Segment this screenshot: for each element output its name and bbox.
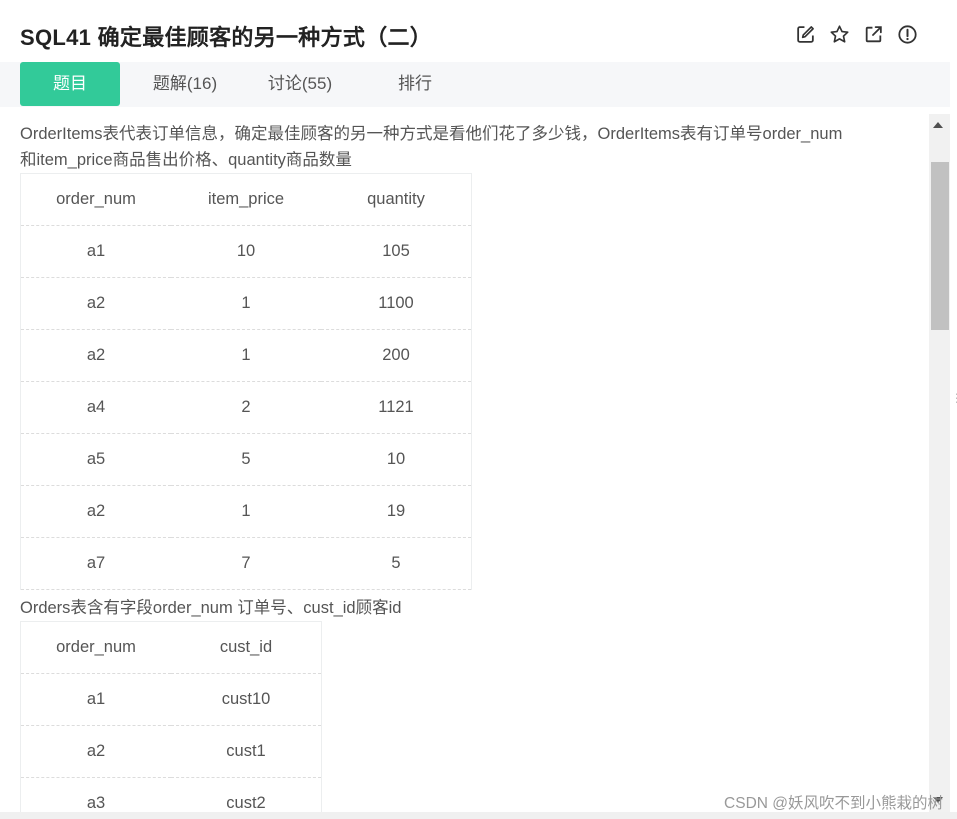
table-header-cell: quantity xyxy=(321,173,472,226)
table-cell: a2 xyxy=(20,725,171,778)
edit-icon[interactable] xyxy=(795,24,816,45)
table-header-row: order_num cust_id xyxy=(20,621,322,674)
table-header-cell: item_price xyxy=(171,173,321,226)
table-cell: a2 xyxy=(20,329,171,382)
table-row: a2 1 19 xyxy=(20,485,472,538)
question-content: OrderItems表代表订单信息，确定最佳顾客的另一种方式是看他们花了多少钱，… xyxy=(0,107,929,812)
table-header-cell: order_num xyxy=(20,173,171,226)
table-row: a2 1 1100 xyxy=(20,277,472,330)
tab-question[interactable]: 题目 xyxy=(20,62,120,106)
table-cell: 1 xyxy=(171,329,321,382)
bottom-scrollbar[interactable] xyxy=(0,812,957,819)
tab-discussion[interactable]: 讨论(55) xyxy=(250,62,350,106)
info-icon[interactable] xyxy=(897,24,918,45)
table-cell: 1 xyxy=(171,485,321,538)
scroll-up-arrow-icon[interactable] xyxy=(933,122,943,128)
table-cell: 5 xyxy=(321,537,472,590)
table-row: a1 10 105 xyxy=(20,225,472,278)
table-cell: 10 xyxy=(171,225,321,278)
table-header-row: order_num item_price quantity xyxy=(20,173,472,226)
description-line: 和item_price商品售出价格、quantity商品数量 xyxy=(20,151,352,169)
table-cell: a5 xyxy=(20,433,171,486)
table-cell: a2 xyxy=(20,277,171,330)
table-cell: a2 xyxy=(20,485,171,538)
tab-ranking[interactable]: 排行 xyxy=(365,62,465,106)
table-cell: 2 xyxy=(171,381,321,434)
table-cell: 19 xyxy=(321,485,472,538)
table-cell: cust1 xyxy=(171,725,322,778)
table-row: a5 5 10 xyxy=(20,433,472,486)
watermark: CSDN @妖风吹不到小熊栽的树 xyxy=(724,795,943,812)
table-cell: 10 xyxy=(321,433,472,486)
table-cell: a1 xyxy=(20,225,171,278)
table-cell: cust2 xyxy=(171,777,322,812)
tab-solutions[interactable]: 题解(16) xyxy=(135,62,235,106)
table-cell: 1121 xyxy=(321,381,472,434)
table-cell: a1 xyxy=(20,673,171,726)
star-icon[interactable] xyxy=(829,24,850,45)
table-cell: 1100 xyxy=(321,277,472,330)
description-line: OrderItems表代表订单信息，确定最佳顾客的另一种方式是看他们花了多少钱，… xyxy=(20,125,843,143)
table-header-cell: cust_id xyxy=(171,621,322,674)
table-row: a4 2 1121 xyxy=(20,381,472,434)
orderitems-table: order_num item_price quantity a1 10 105 a2 1 110… xyxy=(20,173,472,590)
table-cell: a7 xyxy=(20,537,171,590)
description-orders: Orders表含有字段order_num 订单号、cust_id顾客id xyxy=(20,599,402,617)
table-cell: 5 xyxy=(171,433,321,486)
orders-table: order_num cust_id a1 cust10 a2 cust1 a3 cust2 xyxy=(20,621,322,812)
description-orderitems: OrderItems表代表订单信息，确定最佳顾客的另一种方式是看他们花了多少钱，… xyxy=(20,121,842,173)
external-link-icon[interactable] xyxy=(863,24,884,45)
table-cell: cust10 xyxy=(171,673,322,726)
table-cell: 1 xyxy=(171,277,321,330)
title-bar: SQL41 确定最佳顾客的另一种方式（二） xyxy=(0,0,950,62)
title-actions xyxy=(795,24,918,45)
table-cell: a3 xyxy=(20,777,171,812)
table-row: a3 cust2 xyxy=(20,777,322,812)
table-row: a1 cust10 xyxy=(20,673,322,726)
table-cell: 105 xyxy=(321,225,472,278)
scrollbar-thumb[interactable] xyxy=(931,162,949,330)
page-title: SQL41 确定最佳顾客的另一种方式（二） xyxy=(20,25,433,50)
table-cell: a4 xyxy=(20,381,171,434)
table-header-cell: order_num xyxy=(20,621,171,674)
table-row: a2 1 200 xyxy=(20,329,472,382)
resize-handle-icon[interactable]: ⋮ xyxy=(951,392,957,415)
table-row: a2 cust1 xyxy=(20,725,322,778)
table-row: a7 7 5 xyxy=(20,537,472,590)
table-cell: 7 xyxy=(171,537,321,590)
table-cell: 200 xyxy=(321,329,472,382)
tabs-bar: 题目 题解(16) 讨论(55) 排行 xyxy=(0,62,950,107)
